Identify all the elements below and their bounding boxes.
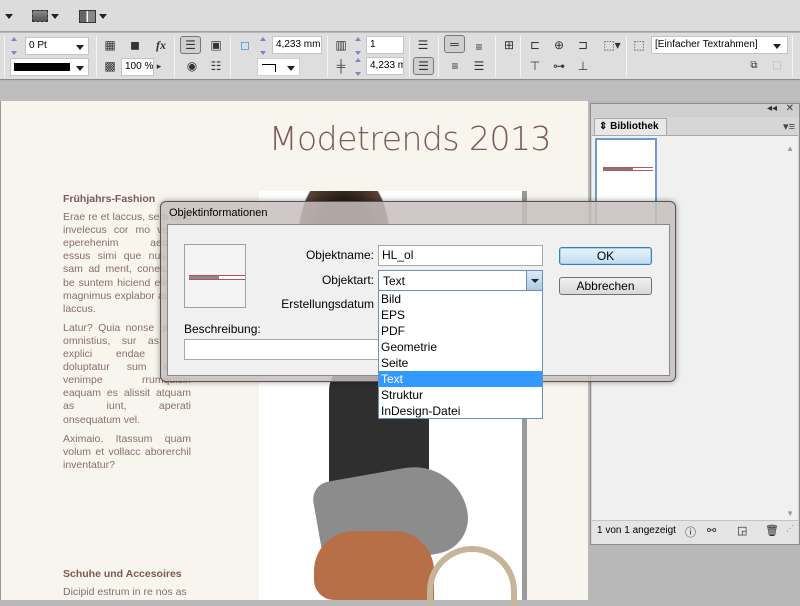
object-style-icon[interactable]: ⬚ — [630, 37, 648, 53]
paragraph: Dicipid estrum in re nos as — [63, 586, 187, 599]
dropdown-option[interactable]: Geometrie — [379, 339, 542, 355]
inset-spinner[interactable] — [260, 37, 270, 55]
screen-mode-icon — [32, 10, 48, 22]
stroke-color-sample — [14, 63, 70, 71]
dropdown-option-selected[interactable]: Text — [379, 371, 542, 387]
pasteboard-strip — [0, 81, 800, 101]
gutter-spinner[interactable] — [355, 58, 365, 76]
screen-mode-button[interactable] — [32, 8, 59, 24]
align-top-edges-icon[interactable]: ⊤ — [526, 58, 544, 74]
description-input[interactable] — [184, 339, 384, 360]
object-type-select[interactable]: Text — [378, 270, 543, 292]
dropdown-option[interactable]: PDF — [379, 323, 542, 339]
panel-footer: 1 von 1 angezeigt ⓘ ⚯ ◲ 🗑 ⋰ — [592, 520, 798, 544]
object-style-select[interactable]: [Einfacher Textrahmen] — [651, 36, 788, 54]
align-bottom-edges-icon[interactable]: ⊥ — [574, 58, 592, 74]
search-binoculars-icon[interactable]: ⚯ — [707, 524, 716, 537]
text-wrap-none-icon[interactable]: ☰ — [180, 36, 201, 54]
application-bar — [0, 0, 800, 32]
dropdown-option[interactable]: EPS — [379, 307, 542, 323]
align-left-paragraph-icon[interactable]: ☰ — [413, 57, 434, 75]
drop-shadow-icon[interactable]: ▦ — [101, 37, 119, 53]
control-panel: 0 Pt ▦ ◼ fx ▩ 100 % ▸ ☰ ▣ ◉ ☷ ◻ 4,233 mm… — [0, 33, 800, 80]
close-panel-icon[interactable]: ✕ — [786, 103, 794, 114]
align-bottom-icon[interactable]: ≡ — [446, 58, 464, 74]
item-info-icon[interactable]: ⓘ — [685, 524, 696, 540]
justify-vertical-icon[interactable]: ☰ — [470, 58, 488, 74]
auto-fit-frame-icon[interactable]: ⊞ — [500, 37, 518, 53]
item-count: 1 von 1 angezeigt — [597, 525, 676, 536]
resize-grip-icon[interactable]: ⋰ — [786, 524, 794, 533]
delete-trash-icon[interactable]: 🗑 — [765, 524, 779, 537]
dropdown-option[interactable]: InDesign-Datei — [379, 403, 542, 419]
object-type-label: Objektart: — [321, 273, 374, 287]
clear-overrides-icon[interactable]: ⧉ — [745, 58, 763, 74]
distribute-options-icon[interactable]: ⬚▾ — [601, 37, 623, 53]
effects-fx-button[interactable]: fx — [150, 37, 172, 53]
columns-field[interactable]: 1 — [366, 36, 404, 54]
object-name-label: Objektname: — [305, 248, 374, 262]
arrange-documents-button[interactable] — [79, 8, 107, 24]
opacity-icon: ▩ — [104, 59, 116, 73]
opacity-arrow-icon[interactable]: ▸ — [154, 58, 164, 74]
clear-non-style-attrs-icon[interactable]: ⬚ — [768, 58, 786, 74]
menu-dropdown-arrow[interactable] — [2, 8, 13, 24]
panel-header: ◂◂ ✕ — [591, 103, 799, 117]
scroll-up-arrow[interactable]: ▲ — [786, 144, 794, 153]
object-name-input[interactable]: HL_ol — [378, 245, 543, 266]
tab-bibliothek[interactable]: ⇕ Bibliothek — [594, 118, 667, 135]
gutter-field[interactable]: 4,233 m — [366, 57, 404, 75]
align-vertical-centers-icon[interactable]: ⊶ — [550, 58, 568, 74]
stroke-weight-field[interactable]: 0 Pt — [25, 37, 89, 55]
collapse-panel-icon[interactable]: ◂◂ — [767, 103, 777, 114]
align-left-edges-icon[interactable]: ⊏ — [526, 37, 544, 53]
stroke-weight-spinner[interactable] — [11, 37, 21, 55]
section-heading: Schuhe und Accesoires — [63, 568, 182, 580]
dropdown-option[interactable]: Bild — [379, 291, 542, 307]
scroll-down-arrow[interactable]: ▼ — [786, 509, 794, 518]
inset-frame-icon: ◻ — [240, 38, 250, 52]
text-wrap-shape-icon[interactable]: ◉ — [183, 58, 201, 74]
object-type-dropdown-list: Bild EPS PDF Geometrie Seite Text Strukt… — [378, 290, 543, 419]
dialog-title: Objektinformationen — [169, 207, 268, 219]
stroke-color-swatch[interactable] — [10, 58, 89, 76]
shadow-toggle-icon[interactable]: ◼ — [126, 37, 144, 53]
align-horizontal-centers-icon[interactable]: ⊕ — [550, 37, 568, 53]
columns-spinner[interactable] — [355, 37, 365, 55]
ok-button[interactable]: OK — [559, 247, 652, 265]
creation-date-label: Erstellungsdatum — [281, 297, 374, 311]
balance-columns-icon[interactable]: ☰ — [414, 37, 432, 53]
inset-spacing-field[interactable]: 4,233 mm — [272, 36, 322, 54]
align-top-icon[interactable]: ═ — [444, 35, 465, 53]
new-library-item-icon[interactable]: ◲ — [737, 524, 747, 537]
opacity-field[interactable]: 100 % — [121, 58, 154, 76]
description-label: Beschreibung: — [184, 322, 261, 336]
shoe-image — [427, 546, 517, 606]
text-wrap-jump-icon[interactable]: ☷ — [207, 58, 225, 74]
panel-menu-icon[interactable]: ▾≡ — [783, 120, 795, 133]
text-wrap-bbox-icon[interactable]: ▣ — [207, 37, 225, 53]
dropdown-option[interactable]: Seite — [379, 355, 542, 371]
cancel-button[interactable]: Abbrechen — [559, 277, 652, 295]
chevron-down-icon[interactable] — [526, 271, 542, 291]
page-title: Modetrends 2013 — [269, 119, 552, 158]
dropdown-option[interactable]: Struktur — [379, 387, 542, 403]
object-preview — [184, 244, 246, 308]
corner-shape-icon — [262, 64, 276, 72]
gutter-icon: ╪ — [336, 59, 346, 73]
tab-reorder-icon: ⇕ — [599, 121, 611, 132]
align-center-vertical-icon[interactable]: ≡ — [470, 39, 488, 55]
arrange-documents-icon — [79, 9, 96, 23]
align-right-edges-icon[interactable]: ⊐ — [574, 37, 592, 53]
columns-icon: ▥ — [335, 38, 347, 52]
corner-options-select[interactable] — [257, 58, 300, 76]
paragraph: Aximaio. Itassum quam volum et vollacc a… — [63, 432, 191, 471]
